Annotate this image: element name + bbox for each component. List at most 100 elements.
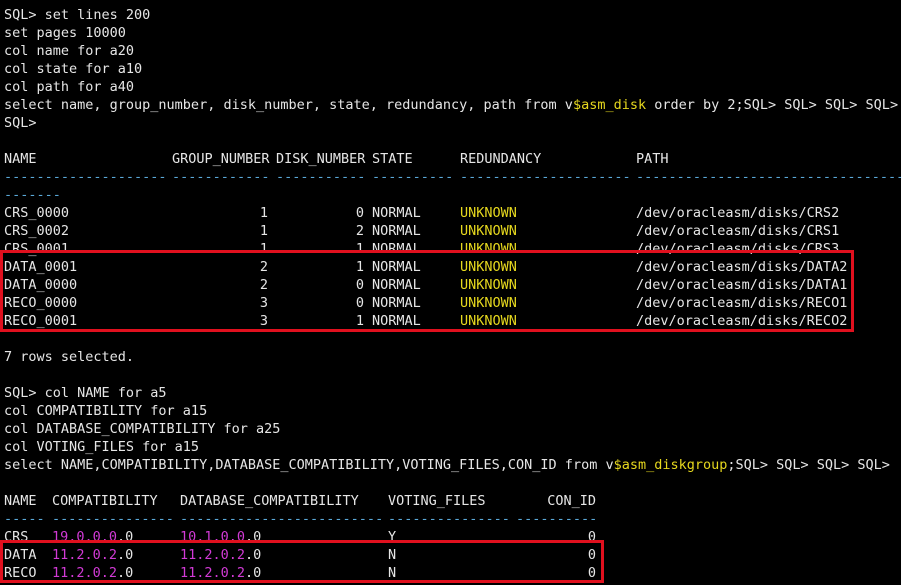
cell-path: /dev/oracleasm/disks/RECO2 bbox=[636, 313, 848, 329]
table-row: DATA_0000 2 0 NORMAL UNKNOWN/dev/oracleasm/d… bbox=[4, 276, 901, 294]
cell-disk-number: 1 bbox=[355, 313, 364, 329]
header-voting-files: VOTING_FILES bbox=[388, 493, 486, 509]
select-statement: select NAME,COMPATIBILITY,DATABASE_COMPA… bbox=[4, 456, 901, 474]
cell-name: RECO_0001 bbox=[4, 313, 78, 329]
cell-redundancy: UNKNOWN bbox=[460, 241, 517, 257]
cell-con-id: 0 bbox=[587, 529, 596, 545]
command-line: col name for a20 bbox=[4, 43, 135, 59]
dash-state: ---------- bbox=[372, 169, 454, 185]
cell-voting-files: Y bbox=[388, 529, 397, 545]
header-separator-wrap: ------- bbox=[4, 187, 61, 203]
cell-name: RECO bbox=[4, 565, 37, 581]
cell-disk-number: 0 bbox=[355, 277, 364, 293]
cell-compatibility: 11.2.0.2.0 bbox=[52, 565, 134, 581]
cell-disk-number: 2 bbox=[355, 223, 364, 239]
command-line: col VOTING_FILES for a15 bbox=[4, 439, 200, 455]
cell-voting-files: N bbox=[388, 565, 397, 581]
cell-group-number: 3 bbox=[259, 313, 268, 329]
table-row: RECO_0000 3 0 NORMAL UNKNOWN/dev/oracleasm/d… bbox=[4, 294, 901, 312]
cell-state: NORMAL bbox=[372, 205, 421, 221]
header-path: PATH bbox=[636, 151, 669, 167]
dash-con-id: ---------- bbox=[516, 511, 598, 527]
header-group-number: GROUP_NUMBER bbox=[172, 151, 270, 167]
table-row: DATA_0001 2 1 NORMAL UNKNOWN/dev/oracleasm/d… bbox=[4, 258, 901, 276]
cell-redundancy: UNKNOWN bbox=[460, 205, 517, 221]
cell-state: NORMAL bbox=[372, 277, 421, 293]
command-line: col path for a40 bbox=[4, 79, 135, 95]
cell-voting-files: N bbox=[388, 547, 397, 563]
cell-group-number: 1 bbox=[259, 223, 268, 239]
view-name: $asm_disk bbox=[572, 97, 647, 113]
dash-database-compatibility: ------------------------- bbox=[180, 511, 384, 527]
cell-name: CRS bbox=[4, 529, 29, 545]
command-line: col COMPATIBILITY for a15 bbox=[4, 403, 208, 419]
header-compatibility: COMPATIBILITY bbox=[52, 493, 158, 509]
cell-path: /dev/oracleasm/disks/DATA2 bbox=[636, 259, 848, 275]
dash-path: ----------------------------------------… bbox=[636, 169, 901, 185]
cell-group-number: 1 bbox=[259, 241, 268, 257]
cell-disk-number: 0 bbox=[355, 295, 364, 311]
cell-con-id: 0 bbox=[587, 547, 596, 563]
cell-redundancy: UNKNOWN bbox=[460, 259, 517, 275]
table-row: RECO_0001 3 1 NORMAL UNKNOWN/dev/oracleasm/d… bbox=[4, 312, 901, 330]
cell-path: /dev/oracleasm/disks/CRS3 bbox=[636, 241, 840, 257]
cell-compatibility: 11.2.0.2.0 bbox=[52, 547, 134, 563]
select-text: select name, group_number, disk_number, … bbox=[4, 97, 573, 113]
command-line: col state for a10 bbox=[4, 61, 143, 77]
terminal-window[interactable]: SQL> set lines 200 set pages 10000 col n… bbox=[0, 0, 901, 585]
cell-name: DATA_0001 bbox=[4, 259, 78, 275]
cell-name: DATA bbox=[4, 547, 37, 563]
table-header: NAME COMPATIBILITY DATABASE_COMPATIBILIT… bbox=[4, 492, 901, 510]
header-database-compatibility: DATABASE_COMPATIBILITY bbox=[180, 493, 359, 509]
cell-path: /dev/oracleasm/disks/CRS1 bbox=[636, 223, 840, 239]
command-line: set pages 10000 bbox=[4, 25, 126, 41]
header-separator: -------------------- ------------ ------… bbox=[4, 168, 901, 186]
cell-disk-number: 0 bbox=[355, 205, 364, 221]
header-con-id: CON_ID bbox=[547, 493, 596, 509]
cell-path: /dev/oracleasm/disks/DATA1 bbox=[636, 277, 848, 293]
cell-path: /dev/oracleasm/disks/RECO1 bbox=[636, 295, 848, 311]
cell-redundancy: UNKNOWN bbox=[460, 277, 517, 293]
cell-state: NORMAL bbox=[372, 313, 421, 329]
command-line: col DATABASE_COMPATIBILITY for a25 bbox=[4, 421, 281, 437]
header-redundancy: REDUNDANCY bbox=[460, 151, 542, 167]
command-line: SQL> col NAME for a5 bbox=[4, 385, 167, 401]
dash-voting-files: --------------- bbox=[388, 511, 510, 527]
command-line: SQL> set lines 200 bbox=[4, 7, 151, 23]
cell-con-id: 0 bbox=[587, 565, 596, 581]
dash-group-number: ------------ bbox=[172, 169, 270, 185]
dash-name: -------------------- bbox=[4, 169, 167, 185]
cell-redundancy: UNKNOWN bbox=[460, 313, 517, 329]
cell-disk-number: 1 bbox=[355, 259, 364, 275]
rows-selected-message: 7 rows selected. bbox=[4, 349, 135, 365]
cell-state: NORMAL bbox=[372, 295, 421, 311]
table-row: DATA 11.2.0.2.0 11.2.0.2.0 N 0 bbox=[4, 546, 901, 564]
table-row: CRS_0002 1 2 NORMAL UNKNOWN/dev/oracleasm/di… bbox=[4, 222, 901, 240]
header-disk-number: DISK_NUMBER bbox=[276, 151, 366, 167]
cell-name: CRS_0001 bbox=[4, 241, 70, 257]
cell-database-compatibility: 11.2.0.2.0 bbox=[180, 565, 262, 581]
cell-path: /dev/oracleasm/disks/CRS2 bbox=[636, 205, 840, 221]
header-name: NAME bbox=[4, 151, 37, 167]
cell-group-number: 2 bbox=[259, 277, 268, 293]
prompt-line: SQL> bbox=[4, 115, 37, 131]
cell-group-number: 2 bbox=[259, 259, 268, 275]
view-name: $asm_diskgroup bbox=[613, 457, 728, 473]
cell-state: NORMAL bbox=[372, 223, 421, 239]
dash-name: ----- bbox=[4, 511, 45, 527]
table-row: CRS_0001 1 1 NORMAL UNKNOWN/dev/oracleasm/di… bbox=[4, 240, 901, 258]
cell-group-number: 1 bbox=[259, 205, 268, 221]
cell-name: RECO_0000 bbox=[4, 295, 78, 311]
cell-database-compatibility: 10.1.0.0.0 bbox=[180, 529, 262, 545]
table-row: CRS_0000 1 0 NORMAL UNKNOWN/dev/oracleasm/di… bbox=[4, 204, 901, 222]
cell-redundancy: UNKNOWN bbox=[460, 295, 517, 311]
cell-redundancy: UNKNOWN bbox=[460, 223, 517, 239]
select-statement: select name, group_number, disk_number, … bbox=[4, 96, 901, 114]
cell-name: CRS_0002 bbox=[4, 223, 70, 239]
cell-state: NORMAL bbox=[372, 259, 421, 275]
table-header: NAME GROUP_NUMBER DISK_NUMBER STATE REDU… bbox=[4, 150, 901, 168]
dash-redundancy: --------------------- bbox=[460, 169, 631, 185]
cell-compatibility: 19.0.0.0.0 bbox=[52, 529, 134, 545]
header-state: STATE bbox=[372, 151, 413, 167]
cell-database-compatibility: 11.2.0.2.0 bbox=[180, 547, 262, 563]
